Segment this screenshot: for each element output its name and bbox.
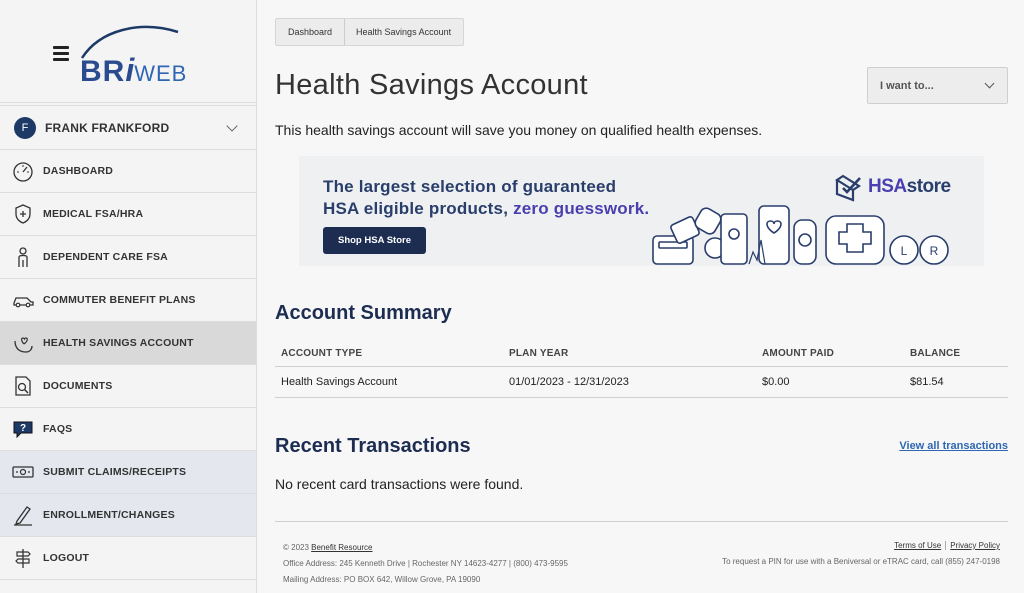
sidebar-item-label: SUBMIT CLAIMS/RECEIPTS bbox=[43, 466, 187, 478]
recent-transactions-title: Recent Transactions bbox=[275, 435, 471, 457]
receipt-icon bbox=[12, 461, 34, 483]
avatar: F bbox=[14, 116, 36, 139]
copyright: © 2023 bbox=[283, 543, 312, 552]
sidebar-item-logout[interactable]: LOGOUT bbox=[0, 537, 256, 580]
question-bubble-icon: ? bbox=[12, 418, 34, 440]
sidebar-item-faqs[interactable]: ? FAQS bbox=[0, 408, 256, 451]
briweb-logo[interactable]: BRiWEB bbox=[80, 22, 220, 88]
health-products-illustration: L R bbox=[652, 205, 949, 265]
col-amount-paid: AMOUNT PAID bbox=[762, 347, 835, 359]
sidebar-item-commuter-benefit-plans[interactable]: COMMUTER BENEFIT PLANS bbox=[0, 279, 256, 322]
benefit-resource-link[interactable]: Benefit Resource bbox=[311, 543, 372, 552]
breadcrumb-current: Health Savings Account bbox=[356, 27, 452, 37]
user-menu[interactable]: F FRANK FRANKFORD bbox=[0, 105, 256, 150]
hamburger-menu-icon[interactable] bbox=[53, 46, 69, 64]
sidebar-item-label: FAQS bbox=[43, 423, 73, 435]
cell-balance: $81.54 bbox=[910, 376, 944, 388]
account-summary-title: Account Summary bbox=[275, 302, 452, 324]
svg-text:?: ? bbox=[20, 423, 26, 434]
table-header: ACCOUNT TYPE PLAN YEAR AMOUNT PAID BALAN… bbox=[275, 340, 1008, 367]
office-address: Office Address: 245 Kenneth Drive | Roch… bbox=[283, 559, 568, 568]
col-balance: BALANCE bbox=[910, 347, 961, 359]
col-account-type: ACCOUNT TYPE bbox=[281, 347, 363, 359]
breadcrumb: Dashboard Health Savings Account bbox=[275, 18, 465, 46]
sidebar-item-health-savings-account[interactable]: HEALTH SAVINGS ACCOUNT bbox=[0, 322, 256, 365]
chevron-down-icon bbox=[984, 78, 995, 89]
sidebar-item-enrollment-changes[interactable]: ENROLLMENT/CHANGES bbox=[0, 494, 256, 537]
sidebar-item-label: LOGOUT bbox=[43, 552, 90, 564]
svg-text:L: L bbox=[901, 244, 908, 258]
privacy-policy-link[interactable]: Privacy Policy bbox=[950, 541, 1000, 550]
sidebar-item-medical-fsa-hra[interactable]: MEDICAL FSA/HRA bbox=[0, 193, 256, 236]
sidebar-item-dependent-care-fsa[interactable]: DEPENDENT CARE FSA bbox=[0, 236, 256, 279]
person-icon bbox=[12, 246, 34, 268]
col-plan-year: PLAN YEAR bbox=[509, 347, 569, 359]
mailing-address: Mailing Address: PO BOX 642, Willow Grov… bbox=[283, 575, 481, 584]
sidebar-item-label: DASHBOARD bbox=[43, 165, 114, 177]
sidebar-item-label: HEALTH SAVINGS ACCOUNT bbox=[43, 337, 194, 349]
sidebar-item-label: COMMUTER BENEFIT PLANS bbox=[43, 294, 196, 306]
signpost-icon bbox=[12, 547, 34, 569]
hand-heart-icon bbox=[12, 332, 34, 354]
sidebar: BRiWEB F FRANK FRANKFORD DASHBOARD MEDIC… bbox=[0, 0, 257, 593]
pin-request-note: To request a PIN for use with a Benivers… bbox=[722, 557, 1000, 566]
pen-icon bbox=[12, 504, 34, 526]
cell-account-type: Health Savings Account bbox=[281, 376, 398, 388]
cell-plan-year: 01/01/2023 - 12/31/2023 bbox=[509, 376, 629, 388]
sidebar-item-dashboard[interactable]: DASHBOARD bbox=[0, 150, 256, 193]
breadcrumb-dashboard[interactable]: Dashboard bbox=[276, 19, 346, 45]
svg-text:R: R bbox=[930, 244, 939, 258]
sidebar-item-label: MEDICAL FSA/HRA bbox=[43, 208, 144, 220]
sidebar-item-submit-claims-receipts[interactable]: SUBMIT CLAIMS/RECEIPTS bbox=[0, 451, 256, 494]
shop-hsa-store-button[interactable]: Shop HSA Store bbox=[323, 227, 426, 254]
logo-area: BRiWEB bbox=[0, 0, 256, 103]
table-row: Health Savings Account 01/01/2023 - 12/3… bbox=[275, 367, 1008, 398]
view-all-transactions-link[interactable]: View all transactions bbox=[899, 440, 1008, 452]
page-title: Health Savings Account bbox=[275, 69, 588, 101]
hsa-store-logo: HSAstore bbox=[834, 172, 951, 202]
i-want-to-label: I want to... bbox=[880, 79, 934, 92]
terms-of-use-link[interactable]: Terms of Use bbox=[894, 541, 941, 550]
page-subtitle: This health savings account will save yo… bbox=[275, 122, 763, 138]
sidebar-item-documents[interactable]: DOCUMENTS bbox=[0, 365, 256, 408]
i-want-to-dropdown[interactable]: I want to... bbox=[867, 67, 1008, 104]
sidebar-item-label: DEPENDENT CARE FSA bbox=[43, 251, 168, 263]
banner-headline: The largest selection of guaranteed HSA … bbox=[323, 177, 650, 218]
chevron-down-icon bbox=[226, 119, 238, 132]
document-search-icon bbox=[12, 375, 34, 397]
user-name: FRANK FRANKFORD bbox=[45, 120, 170, 135]
hsa-store-banner[interactable]: The largest selection of guaranteed HSA … bbox=[299, 156, 984, 266]
gauge-icon bbox=[12, 160, 34, 182]
car-icon bbox=[12, 289, 34, 311]
checkbox-logo-icon bbox=[834, 174, 862, 202]
cell-amount-paid: $0.00 bbox=[762, 376, 790, 388]
sidebar-item-label: DOCUMENTS bbox=[43, 380, 113, 392]
medical-shield-icon bbox=[12, 203, 34, 225]
sidebar-item-label: ENROLLMENT/CHANGES bbox=[43, 509, 175, 521]
footer: © 2023 Benefit Resource Office Address: … bbox=[275, 521, 1008, 584]
account-summary-table: ACCOUNT TYPE PLAN YEAR AMOUNT PAID BALAN… bbox=[275, 340, 1008, 398]
no-transactions-message: No recent card transactions were found. bbox=[275, 476, 524, 492]
